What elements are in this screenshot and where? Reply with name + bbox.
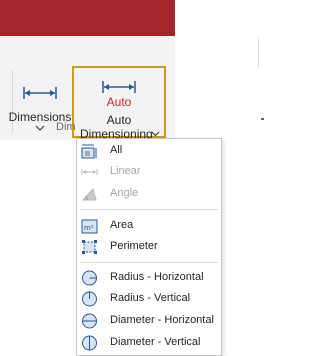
dimension-all-icon <box>81 144 97 159</box>
svg-text:m²: m² <box>84 224 94 232</box>
ribbon-group-label: Dim <box>56 121 76 133</box>
menu-item-label: Diameter - Vertical <box>110 336 201 348</box>
menu-item-label: Radius - Vertical <box>110 292 191 304</box>
radius-horizontal-icon <box>82 270 97 286</box>
menu-item-radius-vertical[interactable]: Radius - Vertical <box>77 289 221 309</box>
menu-item-label: Perimeter <box>110 240 158 252</box>
menu-item-diameter-vertical[interactable]: Diameter - Vertical <box>77 333 221 353</box>
radius-vertical-icon <box>82 291 97 307</box>
title-bar <box>0 0 175 36</box>
auto-dimensioning-label-line1: Auto <box>106 113 132 127</box>
menu-item-area[interactable]: m² Area <box>77 216 221 236</box>
menu-item-label: Area <box>110 219 134 231</box>
auto-dimensioning-dropdown: All Linear Angle m² Area Perimeter Radiu… <box>76 138 222 356</box>
menu-item-perimeter[interactable]: Perimeter <box>77 237 221 257</box>
diameter-horizontal-icon <box>82 313 97 329</box>
area-icon: m² <box>81 219 98 234</box>
auto-dimensioning-button[interactable]: Auto Auto Dimensioning <box>72 66 166 141</box>
adjacent-panel-accent <box>261 118 264 120</box>
menu-separator <box>80 209 218 210</box>
menu-item-label: Angle <box>110 187 139 199</box>
auto-dimension-icon <box>102 81 136 93</box>
angle-dimension-icon <box>81 187 97 201</box>
linear-dimension-icon <box>23 87 57 99</box>
linear-dimension-icon <box>81 169 98 175</box>
chevron-down-icon <box>35 125 45 131</box>
perimeter-icon <box>82 240 97 254</box>
adjacent-panel-edge <box>258 38 264 68</box>
menu-item-label: Linear <box>110 165 141 177</box>
diameter-vertical-icon <box>82 335 97 351</box>
menu-item-label: All <box>110 144 123 156</box>
menu-item-all[interactable]: All <box>77 141 221 161</box>
menu-item-linear[interactable]: Linear <box>77 162 221 182</box>
menu-item-label: Radius - Horizontal <box>110 271 204 283</box>
menu-separator <box>80 262 218 263</box>
menu-item-diameter-horizontal[interactable]: Diameter - Horizontal <box>77 311 221 331</box>
chevron-down-icon <box>151 131 160 137</box>
menu-item-angle[interactable]: Angle <box>77 184 221 204</box>
menu-item-label: Diameter - Horizontal <box>110 314 214 326</box>
menu-item-radius-horizontal[interactable]: Radius - Horizontal <box>77 268 221 288</box>
auto-badge-text: Auto <box>106 95 132 109</box>
